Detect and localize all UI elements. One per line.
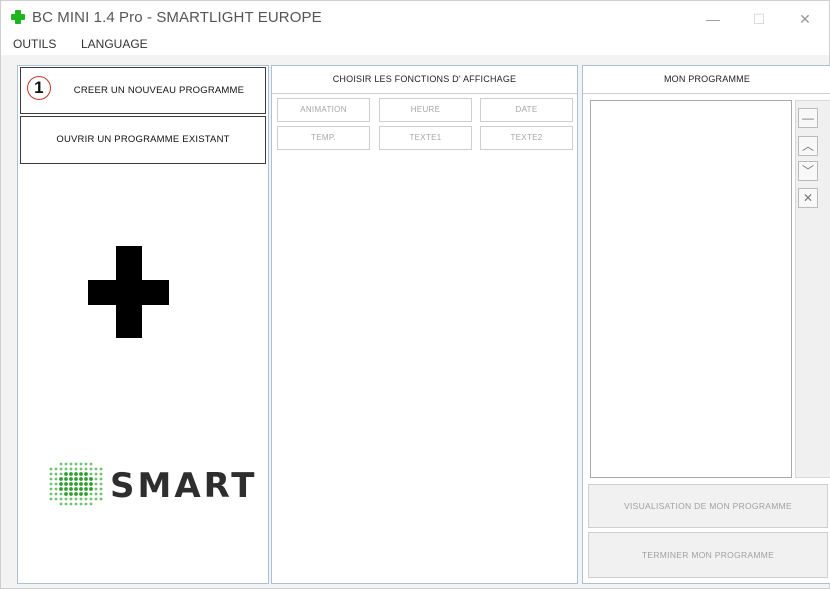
- animation-button[interactable]: ANIMATION: [277, 98, 370, 122]
- left-panel: 1 CREER UN NOUVEAU PROGRAMME OUVRIR UN P…: [17, 65, 269, 584]
- list-controls-track: [795, 100, 830, 478]
- smart-logo: SMART: [48, 461, 254, 521]
- date-button[interactable]: DATE: [480, 98, 573, 122]
- delete-item-button[interactable]: ✕: [798, 188, 818, 208]
- program-list[interactable]: [590, 100, 792, 478]
- menu-outils[interactable]: OUTILS: [13, 37, 56, 51]
- menu-language[interactable]: LANGUAGE: [81, 37, 148, 51]
- menu-bar: OUTILS LANGUAGE: [1, 35, 829, 55]
- minimize-button[interactable]: —: [693, 7, 733, 31]
- move-up-button[interactable]: ︿: [798, 136, 818, 156]
- finish-program-button[interactable]: TERMINER MON PROGRAMME: [588, 532, 828, 578]
- create-new-program-label: CREER UN NOUVEAU PROGRAMME: [73, 85, 245, 96]
- move-down-button[interactable]: ﹀: [798, 161, 818, 181]
- texte2-button[interactable]: TEXTE2: [480, 126, 573, 150]
- heure-button[interactable]: HEURE: [379, 98, 472, 122]
- display-functions-header: CHOISIR LES FONCTIONS D' AFFICHAGE: [272, 66, 577, 94]
- texte1-button[interactable]: TEXTE1: [379, 126, 472, 150]
- temp-button[interactable]: TEMP.: [277, 126, 370, 150]
- right-panel: MON PROGRAMME — ︿ ﹀ ✕ VISUALISATION DE M…: [582, 65, 830, 584]
- close-button[interactable]: ✕: [785, 7, 825, 31]
- my-program-header: MON PROGRAMME: [583, 66, 830, 94]
- led-dots-icon: [49, 462, 103, 506]
- step-badge: 1: [27, 76, 51, 100]
- window-title: BC MINI 1.4 Pro - SMARTLIGHT EUROPE: [32, 9, 322, 26]
- create-new-program-button[interactable]: 1 CREER UN NOUVEAU PROGRAMME: [20, 67, 266, 114]
- logo-text: SMART: [110, 466, 258, 506]
- preview-program-button[interactable]: VISUALISATION DE MON PROGRAMME: [588, 484, 828, 528]
- remove-item-button[interactable]: —: [798, 108, 818, 128]
- app-cross-icon: [11, 10, 25, 24]
- title-bar: BC MINI 1.4 Pro - SMARTLIGHT EUROPE — ☐ …: [1, 1, 829, 35]
- app-window: BC MINI 1.4 Pro - SMARTLIGHT EUROPE — ☐ …: [0, 0, 830, 589]
- plus-cross-icon: [88, 246, 169, 338]
- maximize-button[interactable]: ☐: [739, 7, 779, 31]
- middle-panel: CHOISIR LES FONCTIONS D' AFFICHAGE ANIMA…: [271, 65, 578, 584]
- open-existing-program-button[interactable]: OUVRIR UN PROGRAMME EXISTANT: [20, 116, 266, 164]
